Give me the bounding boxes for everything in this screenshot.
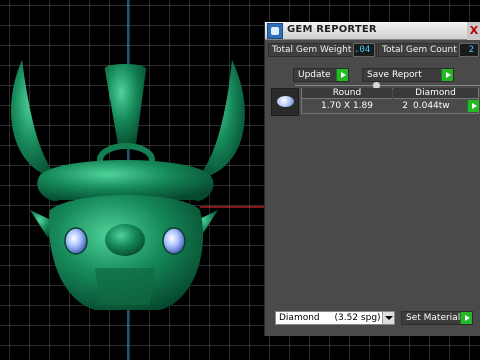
close-icon[interactable]: X xyxy=(467,22,480,40)
set-material-button[interactable]: Set Material xyxy=(401,311,473,325)
row-go-arrow-icon[interactable] xyxy=(467,100,479,112)
total-gem-count-value: 2 xyxy=(459,43,479,57)
round-stone-icon xyxy=(277,96,294,107)
go-arrow-icon xyxy=(460,312,472,324)
column-header-material: Diamond xyxy=(393,88,478,99)
dropdown-arrow-icon xyxy=(382,312,394,324)
slider-track xyxy=(295,85,480,86)
gem-weight-cell: 0.044tw xyxy=(413,101,450,111)
save-report-label: Save Report xyxy=(367,70,422,80)
set-material-label: Set Material xyxy=(406,313,461,323)
column-header-shape: Round xyxy=(302,88,392,99)
total-gem-weight-value: .04 xyxy=(353,43,375,57)
material-select[interactable]: Diamond (3.52 spg) xyxy=(275,311,395,325)
update-button[interactable]: Update xyxy=(293,68,349,82)
material-select-name: Diamond xyxy=(279,313,320,323)
gem-table: Round Diamond 1.70 X 1.89 2 0.044tw xyxy=(271,88,479,116)
gem-thumbnail-icon[interactable] xyxy=(271,88,299,116)
save-report-button[interactable]: Save Report xyxy=(362,68,454,82)
gem-size-cell: 1.70 X 1.89 xyxy=(321,101,373,111)
go-arrow-icon xyxy=(336,69,348,81)
material-select-spg: (3.52 spg) xyxy=(334,313,381,323)
panel-titlebar[interactable]: GEM REPORTER X xyxy=(265,22,480,40)
gem-count-cell: 2 xyxy=(402,101,408,111)
go-arrow-icon xyxy=(441,69,453,81)
gem-reporter-panel: GEM REPORTER X Total Gem Weight .04 Tota… xyxy=(264,22,480,336)
panel-title: GEM REPORTER xyxy=(287,24,377,35)
update-label: Update xyxy=(298,70,331,80)
app-icon xyxy=(267,23,283,39)
